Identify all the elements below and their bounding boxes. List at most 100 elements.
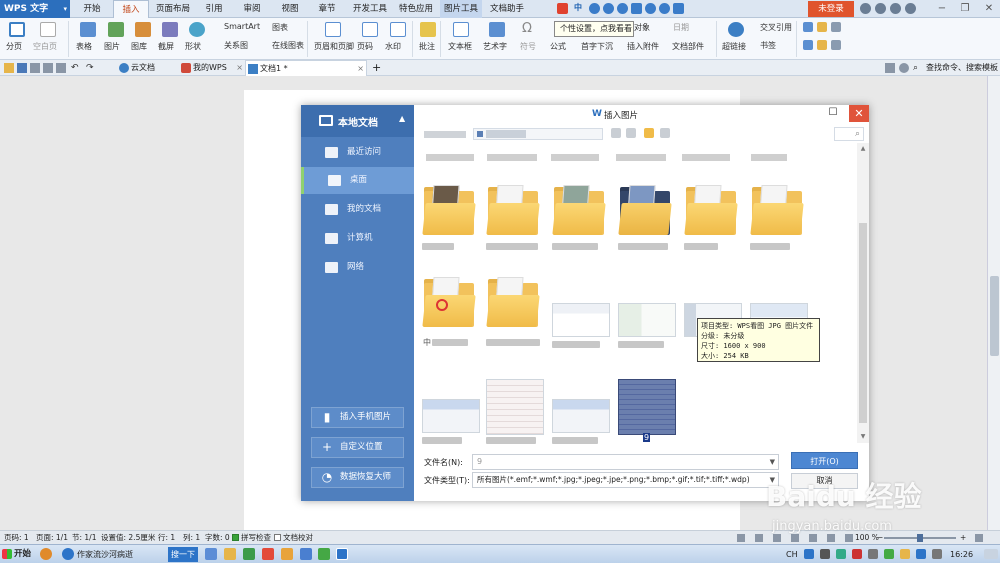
picture-button[interactable]: 图片 bbox=[104, 41, 120, 52]
tab-document1[interactable]: 文档1 * × bbox=[245, 60, 367, 76]
browser-icon[interactable] bbox=[40, 548, 52, 560]
textbox-button[interactable]: 文本框 bbox=[448, 41, 472, 52]
app-orange-icon[interactable] bbox=[281, 548, 293, 560]
settings-icon[interactable] bbox=[905, 3, 916, 14]
tab-page-layout[interactable]: 页面布局 bbox=[154, 0, 192, 18]
close-icon[interactable]: ✕ bbox=[982, 0, 996, 18]
help-icon[interactable] bbox=[875, 3, 886, 14]
sidebar-item-network[interactable]: 网络 bbox=[301, 254, 414, 281]
tray-icon[interactable] bbox=[852, 549, 862, 559]
form-icon[interactable] bbox=[803, 40, 813, 50]
watermark-icon[interactable] bbox=[390, 22, 406, 37]
gallery-button[interactable]: 图库 bbox=[131, 41, 147, 52]
tab-view[interactable]: 视图 bbox=[276, 0, 304, 18]
start-button[interactable]: 开始 bbox=[0, 546, 36, 563]
symbol-button[interactable]: 符号 bbox=[520, 41, 536, 52]
header-footer-button[interactable]: 页眉和页脚 bbox=[314, 41, 354, 52]
doc-part-button[interactable]: 文档部件 bbox=[672, 41, 704, 52]
blank-page-button[interactable]: 空白页 bbox=[33, 41, 57, 52]
doc-check-label[interactable]: 文档校对 bbox=[283, 531, 313, 544]
bookmark-button[interactable]: 书签 bbox=[760, 40, 776, 51]
ime-toolbox-icon[interactable] bbox=[673, 3, 684, 14]
tray-icon[interactable] bbox=[900, 549, 910, 559]
new-folder-icon[interactable] bbox=[644, 128, 654, 138]
tab-insert[interactable]: 插入 bbox=[113, 0, 149, 18]
sidebar-item-my-docs[interactable]: 我的文档 bbox=[301, 196, 414, 223]
tab-home[interactable]: 开始 bbox=[78, 0, 106, 18]
preview-icon[interactable] bbox=[43, 63, 53, 73]
view-mode-icon[interactable] bbox=[660, 128, 670, 138]
explorer-icon[interactable] bbox=[205, 548, 217, 560]
insert-phone-picture-button[interactable]: ▮ 插入手机图片 bbox=[311, 407, 404, 428]
up-icon[interactable] bbox=[626, 128, 636, 138]
comment-button[interactable]: 批注 bbox=[419, 41, 435, 52]
image-item[interactable] bbox=[548, 273, 610, 353]
search-input[interactable]: ⌕ bbox=[834, 127, 864, 141]
dialog-close-button[interactable]: ✕ bbox=[849, 105, 869, 122]
undo-icon[interactable]: ↶ bbox=[71, 63, 81, 73]
view-page-icon[interactable] bbox=[737, 534, 745, 542]
scroll-down-icon[interactable]: ▼ bbox=[859, 433, 867, 440]
folder-item[interactable] bbox=[482, 181, 542, 261]
scroll-up-icon[interactable]: ▲ bbox=[859, 145, 867, 152]
image-item[interactable] bbox=[548, 365, 610, 445]
tray-icon[interactable] bbox=[916, 549, 926, 559]
tab-features[interactable]: 特色应用 bbox=[396, 0, 436, 18]
image-item[interactable] bbox=[482, 365, 544, 445]
tray-icon[interactable] bbox=[884, 549, 894, 559]
wordart-button[interactable]: 艺术字 bbox=[483, 41, 507, 52]
folder-item[interactable] bbox=[482, 273, 542, 353]
close-tab-icon[interactable]: × bbox=[236, 60, 243, 76]
chevron-down-icon[interactable]: ▼ bbox=[770, 455, 775, 469]
tab-my-wps[interactable]: 我的WPS × bbox=[179, 60, 245, 76]
tab-references[interactable]: 引用 bbox=[200, 0, 228, 18]
app-wps-writer-icon[interactable] bbox=[336, 548, 348, 560]
command-search[interactable]: 查找命令、搜索模板 bbox=[922, 60, 1000, 76]
folder-item[interactable]: 中 bbox=[418, 273, 478, 353]
gallery-icon[interactable] bbox=[135, 22, 151, 37]
minimize-icon[interactable]: − bbox=[935, 0, 949, 18]
file-list-scrollbar[interactable]: ▲ ▼ bbox=[857, 143, 869, 443]
vertical-scrollbar[interactable] bbox=[987, 76, 1000, 530]
table-button[interactable]: 表格 bbox=[76, 41, 92, 52]
app-menu-button[interactable]: WPS 文字 ▾ bbox=[0, 0, 70, 18]
back-icon[interactable] bbox=[611, 128, 621, 138]
protect-icon[interactable] bbox=[831, 40, 841, 50]
login-button[interactable]: 未登录 bbox=[808, 1, 854, 17]
picture-icon[interactable] bbox=[108, 22, 124, 37]
ime-zh-icon[interactable]: 中 bbox=[574, 2, 582, 13]
open-folder-icon[interactable] bbox=[4, 63, 14, 73]
page-break-icon[interactable] bbox=[9, 22, 25, 37]
tab-doc-assistant[interactable]: 文档助手 bbox=[486, 0, 528, 18]
maximize-icon[interactable]: ☐ bbox=[826, 107, 840, 121]
header-footer-icon[interactable] bbox=[325, 22, 341, 37]
ime-keyboard-icon[interactable] bbox=[631, 3, 642, 14]
data-recovery-button[interactable]: ◔ 数据恢复大师 bbox=[311, 467, 404, 488]
folder-item[interactable] bbox=[614, 181, 674, 261]
print-icon[interactable] bbox=[30, 63, 40, 73]
blank-page-icon[interactable] bbox=[40, 22, 56, 37]
view-web-icon[interactable] bbox=[755, 534, 763, 542]
formula-button[interactable]: 公式 bbox=[550, 41, 566, 52]
app-wps-sheet-icon[interactable] bbox=[318, 548, 330, 560]
lock-icon[interactable] bbox=[831, 22, 841, 32]
attachment-button[interactable]: 插入附件 bbox=[627, 41, 659, 52]
custom-location-button[interactable]: + 自定义位置 bbox=[311, 437, 404, 458]
object-button[interactable]: 对象 bbox=[634, 22, 650, 33]
spell-check-checkbox[interactable] bbox=[232, 534, 239, 541]
scroll-thumb[interactable] bbox=[859, 223, 867, 423]
folder-item[interactable] bbox=[418, 181, 478, 261]
shape-button[interactable]: 形状 bbox=[185, 41, 201, 52]
dialog-titlebar[interactable]: W 插入图片 bbox=[414, 105, 869, 125]
location-path[interactable] bbox=[473, 128, 603, 140]
page-number-icon[interactable] bbox=[362, 22, 378, 37]
frame-icon[interactable] bbox=[803, 22, 813, 32]
sidebar-item-desktop[interactable]: 桌面 bbox=[301, 167, 414, 194]
tab-review[interactable]: 审阅 bbox=[238, 0, 266, 18]
taskbar-item-browser[interactable]: 作家流沙河病逝 bbox=[62, 547, 166, 562]
tray-icon[interactable] bbox=[868, 549, 878, 559]
volume-icon[interactable] bbox=[932, 549, 942, 559]
sidebar-item-recent[interactable]: 最近访问 bbox=[301, 139, 414, 166]
table-icon[interactable] bbox=[80, 22, 96, 37]
scroll-thumb[interactable] bbox=[990, 276, 999, 356]
